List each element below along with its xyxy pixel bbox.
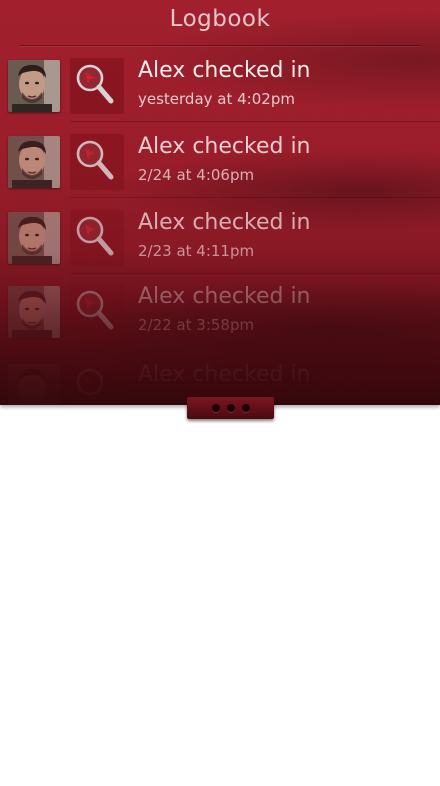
entry-headline: Alex checked in	[138, 58, 311, 83]
logbook-panel: Logbook Alex checked in yesterday at 4:0…	[0, 0, 440, 405]
row-divider	[70, 273, 440, 274]
avatar	[8, 60, 60, 112]
list-item[interactable]: Alex checked in 2/22 at 3:58pm	[0, 282, 440, 354]
magnifier-location-icon	[76, 140, 114, 180]
avatar	[8, 212, 60, 264]
entry-headline: Alex checked in	[138, 362, 311, 387]
handle-dot	[227, 404, 235, 412]
location-button[interactable]	[70, 210, 124, 266]
entry-timestamp: 2/22 at 3:58pm	[138, 316, 255, 334]
avatar	[8, 286, 60, 338]
list-item[interactable]: Alex checked in 2/24 at 4:06pm	[0, 132, 440, 204]
avatar	[8, 364, 60, 405]
magnifier-location-icon	[76, 64, 114, 104]
drawer-handle[interactable]	[187, 397, 274, 419]
location-button[interactable]	[70, 58, 124, 114]
location-button[interactable]	[70, 362, 124, 405]
entry-timestamp: 2/24 at 4:06pm	[138, 166, 255, 184]
entry-timestamp: 2/23 at 4:11pm	[138, 242, 255, 260]
entry-headline: Alex checked in	[138, 134, 311, 159]
entry-timestamp: yesterday at 4:02pm	[138, 90, 295, 108]
list-item[interactable]: Alex checked in yesterday at 4:02pm	[0, 56, 440, 128]
avatar	[8, 136, 60, 188]
handle-dot	[242, 404, 250, 412]
row-divider	[70, 197, 440, 198]
location-button[interactable]	[70, 134, 124, 190]
row-divider	[70, 121, 440, 122]
screen: Logbook Alex checked in yesterday at 4:0…	[0, 0, 440, 786]
magnifier-location-icon	[76, 216, 114, 256]
location-button[interactable]	[70, 284, 124, 340]
magnifier-location-icon	[76, 290, 114, 330]
list-item[interactable]: Alex checked in 2/23 at 4:11pm	[0, 208, 440, 280]
entry-headline: Alex checked in	[138, 210, 311, 235]
page-title: Logbook	[169, 6, 271, 32]
entry-headline: Alex checked in	[138, 284, 311, 309]
magnifier-location-icon	[76, 368, 104, 396]
title-divider	[20, 45, 420, 46]
handle-dot	[212, 404, 220, 412]
